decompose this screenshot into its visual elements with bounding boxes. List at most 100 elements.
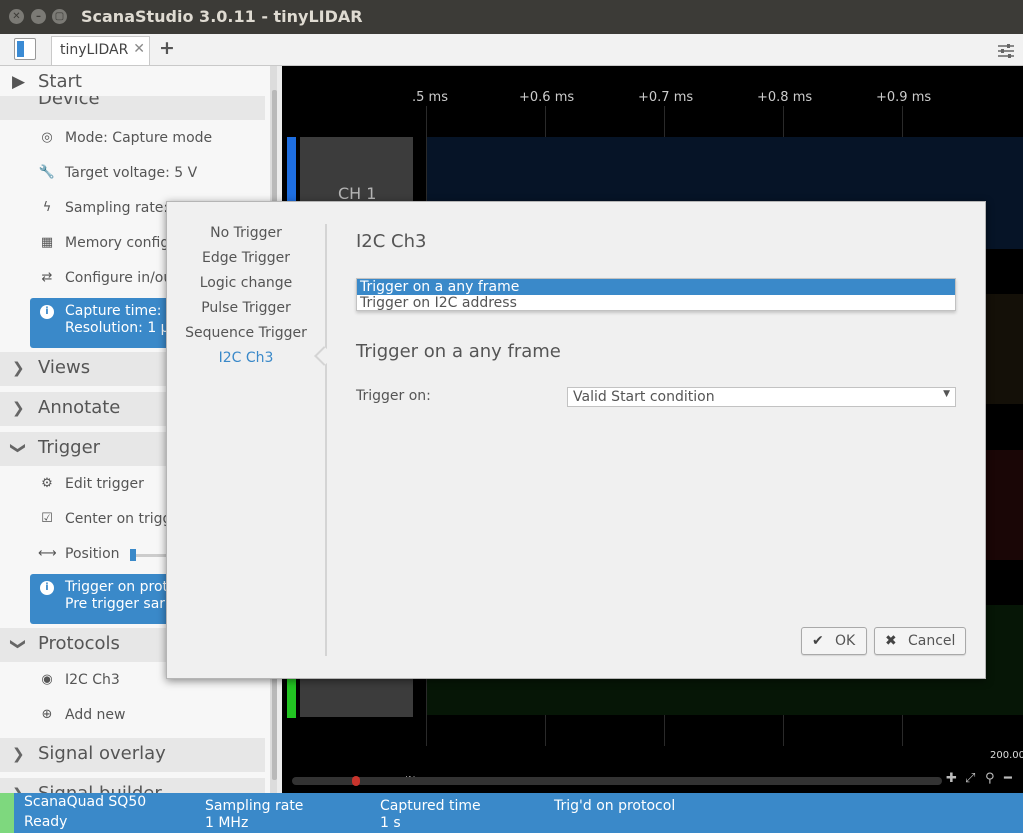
channel-color-bar (287, 676, 296, 718)
minimize-window-button[interactable]: – (31, 9, 46, 24)
sidebar-item-label: Sampling rate: (65, 200, 169, 216)
lightning-icon: ϟ (42, 200, 52, 215)
time-tick-label: +0.6 ms (519, 90, 575, 105)
scale-value-label: 200.00 (990, 750, 1023, 761)
tab-bar (0, 34, 1023, 66)
trigger-dialog: No Trigger Edge Trigger Logic change Pul… (166, 201, 986, 679)
trigger-on-select-value: Valid Start condition (573, 389, 715, 405)
window-titlebar: ✕ – ▢ ScanaStudio 3.0.11 - tinyLIDAR (0, 0, 1023, 34)
nav-edge-trigger[interactable]: Edge Trigger (167, 250, 325, 266)
swap-icon: ⇄ (41, 270, 53, 285)
time-tick-label: +0.8 ms (757, 90, 813, 105)
trigger-type-nav: No Trigger Edge Trigger Logic change Pul… (167, 202, 325, 678)
ok-button-label: OK (835, 633, 856, 649)
section-heading: Trigger on a any frame (356, 341, 561, 362)
captured-time-value: 1 s (380, 815, 401, 831)
zoom-in-icon[interactable]: ✚ (946, 771, 957, 786)
sidebar-section-signal-builder[interactable]: ❯ Signal builder (0, 778, 265, 793)
info-line: Resolution: 1 µ (65, 320, 170, 336)
chevron-right-icon: ❯ (12, 785, 25, 793)
sidebar-section-label: Annotate (38, 397, 121, 418)
info-line: Pre trigger sar (65, 596, 166, 612)
tab-label: tinyLIDAR (60, 42, 129, 58)
sidebar-item-label: Configure in/ou (65, 270, 173, 286)
sidebar-section-label: Protocols (38, 633, 120, 654)
info-line: Trigger on prot (65, 579, 169, 595)
captured-time-label: Captured time (380, 798, 481, 814)
sidebar-item-label: Target voltage: 5 V (65, 165, 198, 181)
trigger-marker (352, 776, 360, 786)
sidebar-item-label: I2C Ch3 (65, 672, 120, 688)
time-tick-label: +0.9 ms (876, 90, 932, 105)
caret-down-icon: ▼ (943, 389, 950, 399)
sidebar-section-start[interactable]: ▶ Start (0, 66, 265, 100)
time-tick-label: +0.7 ms (638, 90, 694, 105)
gauge-icon: ◎ (41, 130, 53, 145)
sidebar-section-signal-overlay[interactable]: ❯ Signal overlay (0, 738, 265, 772)
plus-circle-icon: ⊕ (41, 707, 53, 722)
info-line: Capture time: (65, 303, 162, 319)
wrench-icon: 🔧 (38, 165, 56, 180)
close-tab-icon[interactable]: ✕ (133, 41, 145, 57)
listbox-option-any-frame[interactable]: Trigger on a any frame (357, 279, 955, 295)
sidebar-section-label: Signal overlay (38, 743, 166, 764)
add-tab-button[interactable]: + (159, 37, 175, 59)
nav-sequence-trigger[interactable]: Sequence Trigger (167, 325, 325, 341)
eye-icon: ◉ (41, 672, 53, 687)
trigger-status: Trig'd on protocol (554, 798, 676, 814)
sidebar-section-label: Views (38, 357, 91, 378)
play-icon: ▶ (12, 72, 26, 92)
chevron-right-icon: ❯ (12, 745, 25, 763)
device-state: Ready (24, 814, 68, 830)
chevron-right-icon: ❯ (12, 399, 25, 417)
gear-icon: ⚙ (41, 476, 53, 491)
checkbox-icon[interactable]: ☑ (38, 511, 56, 526)
timeline-scrollbar[interactable] (292, 777, 942, 785)
trigger-mode-listbox[interactable]: Trigger on a any frame Trigger on I2C ad… (356, 278, 956, 311)
zoom-out-icon[interactable]: ━ (1004, 771, 1012, 786)
chevron-down-icon: ❯ (9, 637, 28, 651)
nav-pulse-trigger[interactable]: Pulse Trigger (167, 300, 325, 316)
sidebar-item-label: Memory config (65, 235, 170, 251)
status-indicator (0, 793, 14, 833)
cancel-button-label: Cancel (908, 633, 956, 649)
close-window-button[interactable]: ✕ (9, 9, 24, 24)
status-bar: ScanaQuad SQ50 Ready Sampling rate 1 MHz… (0, 793, 1023, 833)
sidebar-section-device[interactable]: Device (0, 96, 265, 120)
info-icon: i (40, 581, 54, 595)
chevron-right-icon: ❯ (12, 359, 25, 377)
maximize-window-button[interactable]: ▢ (52, 9, 67, 24)
checkmark-icon: ✔ (812, 633, 824, 649)
settings-sliders-icon[interactable] (997, 42, 1015, 60)
cancel-button[interactable]: ✖ Cancel (874, 627, 966, 655)
sidebar-section-label: Trigger (38, 437, 101, 458)
sampling-rate-value: 1 MHz (205, 815, 249, 831)
sidebar-item-label: Position (65, 546, 120, 562)
ok-button[interactable]: ✔ OK (801, 627, 867, 655)
sidebar-section-label: Device (38, 96, 100, 109)
position-slider-handle[interactable] (130, 549, 136, 561)
sidebar-item-label: Add new (65, 707, 126, 723)
nav-logic-change[interactable]: Logic change (167, 275, 325, 291)
time-tick-label: .5 ms (412, 90, 448, 105)
listbox-option-i2c-address[interactable]: Trigger on I2C address (357, 295, 955, 311)
chip-icon: ▦ (40, 235, 54, 250)
arrows-horizontal-icon: ⟷ (38, 546, 57, 561)
sidebar-item-label: Mode: Capture mode (65, 130, 213, 146)
nav-no-trigger[interactable]: No Trigger (167, 225, 325, 241)
x-icon: ✖ (885, 633, 897, 649)
dialog-title: I2C Ch3 (356, 231, 427, 252)
window-title: ScanaStudio 3.0.11 - tinyLIDAR (81, 7, 363, 26)
search-icon[interactable]: ⚲ (985, 771, 995, 786)
fit-view-icon[interactable]: ⤢ (965, 771, 975, 786)
tab-tinylidar[interactable]: tinyLIDAR ✕ (51, 36, 150, 65)
sidebar-item-label: Center on trigg (65, 511, 172, 527)
trigger-on-select[interactable]: Valid Start condition ▼ (567, 387, 956, 407)
sidebar-section-label: Start (38, 71, 82, 92)
trigger-on-label: Trigger on: (356, 388, 431, 404)
nav-i2c-ch3[interactable]: I2C Ch3 (167, 350, 325, 366)
nav-divider (325, 224, 327, 656)
sidebar-toggle-button[interactable] (14, 38, 36, 60)
info-icon: i (40, 305, 54, 319)
sidebar-item-label: Edit trigger (65, 476, 144, 492)
